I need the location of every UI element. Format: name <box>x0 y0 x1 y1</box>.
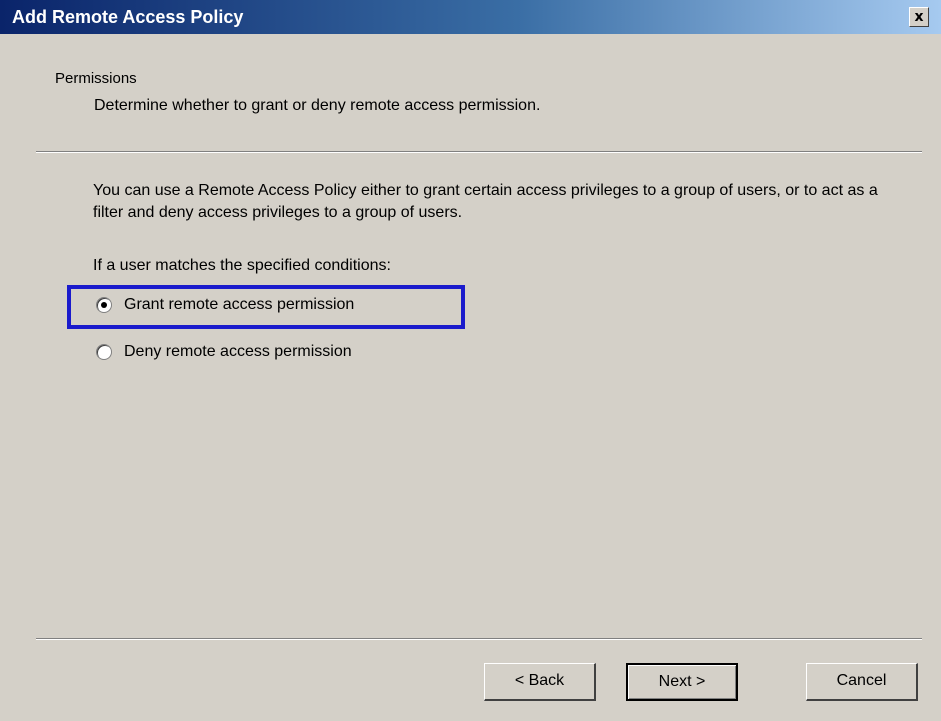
title-bar[interactable]: Add Remote Access Policy x <box>0 0 941 34</box>
radio-selected-dot <box>101 302 107 308</box>
grant-permission-label: Grant remote access permission <box>124 296 355 313</box>
deny-permission-radio[interactable] <box>96 344 112 360</box>
deny-permission-label: Deny remote access permission <box>124 343 352 360</box>
next-button[interactable]: Next > <box>626 663 738 701</box>
condition-label: If a user matches the specified conditio… <box>93 257 391 274</box>
close-icon: x <box>914 9 924 25</box>
close-button[interactable]: x <box>909 7 929 27</box>
back-button[interactable]: < Back <box>484 663 596 701</box>
cancel-button[interactable]: Cancel <box>806 663 918 701</box>
header-divider <box>36 151 922 153</box>
deny-permission-option[interactable]: Deny remote access permission <box>96 343 352 361</box>
page-subtitle: Determine whether to grant or deny remot… <box>94 97 541 114</box>
footer-divider <box>36 638 922 640</box>
window-title: Add Remote Access Policy <box>12 7 244 27</box>
description-text: You can use a Remote Access Policy eithe… <box>93 182 878 221</box>
page-title: Permissions <box>55 70 137 87</box>
grant-permission-option[interactable]: Grant remote access permission <box>96 296 354 314</box>
grant-permission-radio[interactable] <box>96 297 112 313</box>
dialog-window: Add Remote Access Policy x Permissions D… <box>0 0 941 721</box>
